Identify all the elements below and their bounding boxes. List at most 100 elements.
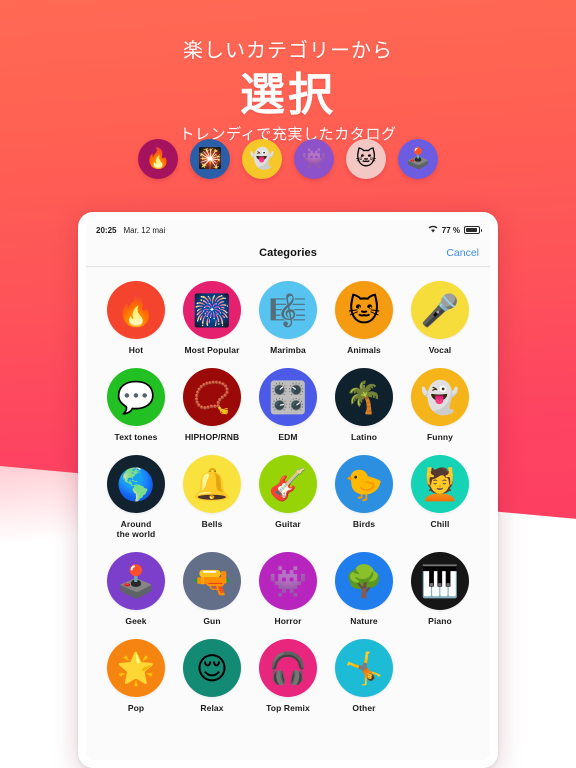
palm-tree-icon[interactable]: 🌴 bbox=[335, 368, 393, 426]
category-item[interactable]: 🎆 Most Popular bbox=[174, 281, 250, 355]
category-item[interactable]: 👾 Horror bbox=[250, 552, 326, 626]
category-icon-glyph: 🎼 bbox=[268, 292, 308, 328]
category-icon-glyph: 🤸 bbox=[344, 650, 384, 686]
headphones-icon[interactable]: 🎧 bbox=[259, 639, 317, 697]
category-icon-glyph: 🐱 bbox=[347, 292, 381, 328]
category-label: Geek bbox=[125, 616, 147, 626]
category-item[interactable]: 🐱 Animals bbox=[326, 281, 402, 355]
category-icon-glyph: 🔔 bbox=[192, 466, 232, 502]
tree-icon[interactable]: 🌳 bbox=[335, 552, 393, 610]
category-item[interactable]: 😌 Relax bbox=[174, 639, 250, 713]
cat-face-icon[interactable]: 🐱 bbox=[346, 139, 386, 179]
category-icon-glyph: 🎸 bbox=[268, 466, 308, 502]
category-item[interactable]: 💆 Chill bbox=[402, 455, 478, 539]
category-icon-glyph: 🐤 bbox=[344, 466, 384, 502]
promo-icon-glyph: 👻 bbox=[249, 148, 275, 170]
ghost-icon[interactable]: 👻 bbox=[242, 139, 282, 179]
fire-icon[interactable]: 🔥 bbox=[138, 139, 178, 179]
category-item[interactable]: 🎧 Top Remix bbox=[250, 639, 326, 713]
promo-icon-glyph: 🐱 bbox=[355, 148, 377, 170]
category-item[interactable]: 🤸 Other bbox=[326, 639, 402, 713]
bell-icon[interactable]: 🔔 bbox=[183, 455, 241, 513]
category-item[interactable]: 👻 Funny bbox=[402, 368, 478, 442]
category-item[interactable]: 🌳 Nature bbox=[326, 552, 402, 626]
category-icon-glyph: 🕹️ bbox=[116, 563, 156, 599]
category-icon-glyph: 🎆 bbox=[192, 292, 232, 328]
category-icon-glyph: 💬 bbox=[116, 379, 156, 415]
category-item[interactable]: 📿 HIPHOP/RNB bbox=[174, 368, 250, 442]
sleeping-face-icon[interactable]: 😌 bbox=[183, 639, 241, 697]
category-icon-glyph: 🎛️ bbox=[268, 379, 308, 415]
starburst-icon[interactable]: 🎆 bbox=[183, 281, 241, 339]
guitar-icon[interactable]: 🎸 bbox=[259, 455, 317, 513]
category-label: Nature bbox=[350, 616, 378, 626]
ghost-icon[interactable]: 👻 bbox=[411, 368, 469, 426]
category-label: Vocal bbox=[428, 345, 452, 355]
marimba-icon[interactable]: 🎼 bbox=[259, 281, 317, 339]
category-item[interactable]: 🎤 Vocal bbox=[402, 281, 478, 355]
category-item[interactable]: 🔥 Hot bbox=[98, 281, 174, 355]
speech-bubble-icon[interactable]: 💬 bbox=[107, 368, 165, 426]
tablet-device-frame: 20:25 Mar. 12 mai 77 % Categories Cancel bbox=[78, 212, 498, 768]
category-label: Horror bbox=[274, 616, 302, 626]
category-icon-glyph: 💆 bbox=[420, 466, 460, 502]
category-label: Pop bbox=[127, 703, 145, 713]
sparkle-icon[interactable]: 🎇 bbox=[190, 139, 230, 179]
category-icon-glyph: 🔫 bbox=[192, 563, 232, 599]
category-icon-glyph: 🔥 bbox=[116, 292, 156, 328]
pistol-icon[interactable]: 🔫 bbox=[183, 552, 241, 610]
piano-icon[interactable]: 🎹 bbox=[411, 552, 469, 610]
category-label: Most Popular bbox=[184, 345, 240, 355]
promo-kicker: 楽しいカテゴリーから bbox=[183, 40, 393, 62]
category-item[interactable]: 🌴 Latino bbox=[326, 368, 402, 442]
shooting-star-icon[interactable]: 🌟 bbox=[107, 639, 165, 697]
cancel-button[interactable]: Cancel bbox=[446, 247, 479, 259]
category-label: Bells bbox=[201, 519, 223, 529]
globe-icon[interactable]: 🌎 bbox=[107, 455, 165, 513]
spa-face-icon[interactable]: 💆 bbox=[411, 455, 469, 513]
category-label: Text tones bbox=[114, 432, 158, 442]
joystick-icon[interactable]: 🕹️ bbox=[398, 139, 438, 179]
promo-title: 選択 bbox=[239, 69, 336, 120]
category-item[interactable]: 🎹 Piano bbox=[402, 552, 478, 626]
category-item[interactable]: 🌟 Pop bbox=[98, 639, 174, 713]
cat-face-icon[interactable]: 🐱 bbox=[335, 281, 393, 339]
category-icon-glyph: 📿 bbox=[192, 379, 232, 415]
category-item[interactable]: 🎸 Guitar bbox=[250, 455, 326, 539]
wifi-icon bbox=[428, 225, 438, 235]
chick-icon[interactable]: 🐤 bbox=[335, 455, 393, 513]
categories-scroll-area[interactable]: 🔥 Hot 🎆 Most Popular 🎼 Marimba 🐱 Animals 🎤 Vocal 💬… bbox=[86, 267, 490, 760]
category-item[interactable]: 💬 Text tones bbox=[98, 368, 174, 442]
monster-icon[interactable]: 👾 bbox=[294, 139, 334, 179]
category-label: Gun bbox=[203, 616, 221, 626]
category-label: EDM bbox=[278, 432, 298, 442]
category-item[interactable]: 🔫 Gun bbox=[174, 552, 250, 626]
promo-icon-glyph: 🕹️ bbox=[405, 148, 431, 170]
category-item[interactable]: 🕹️ Geek bbox=[98, 552, 174, 626]
category-label: Guitar bbox=[275, 519, 301, 529]
category-item[interactable]: 🎛️ EDM bbox=[250, 368, 326, 442]
category-item[interactable]: 🐤 Birds bbox=[326, 455, 402, 539]
category-label: Birds bbox=[352, 519, 376, 529]
category-item[interactable]: 🔔 Bells bbox=[174, 455, 250, 539]
category-icon-glyph: 🌎 bbox=[116, 466, 156, 502]
fire-icon[interactable]: 🔥 bbox=[107, 281, 165, 339]
status-date: Mar. 12 mai bbox=[123, 225, 166, 235]
battery-icon bbox=[464, 226, 482, 234]
cartwheel-icon[interactable]: 🤸 bbox=[335, 639, 393, 697]
category-label: Hot bbox=[128, 345, 144, 355]
joystick-icon[interactable]: 🕹️ bbox=[107, 552, 165, 610]
category-label: HIPHOP/RNB bbox=[184, 432, 240, 442]
category-item[interactable]: 🎼 Marimba bbox=[250, 281, 326, 355]
page-title: Categories bbox=[259, 247, 317, 259]
microphone-icon[interactable]: 🎤 bbox=[411, 281, 469, 339]
promo-icon-glyph: 👾 bbox=[301, 148, 327, 170]
knob-icon[interactable]: 🎛️ bbox=[259, 368, 317, 426]
gold-chain-icon[interactable]: 📿 bbox=[183, 368, 241, 426]
category-icon-glyph: 🎧 bbox=[268, 650, 308, 686]
category-item[interactable]: 🌎 Around the world bbox=[98, 455, 174, 539]
category-label: Marimba bbox=[270, 345, 306, 355]
monster-icon[interactable]: 👾 bbox=[259, 552, 317, 610]
category-icon-glyph: 🎤 bbox=[420, 292, 460, 328]
category-label: Piano bbox=[428, 616, 452, 626]
